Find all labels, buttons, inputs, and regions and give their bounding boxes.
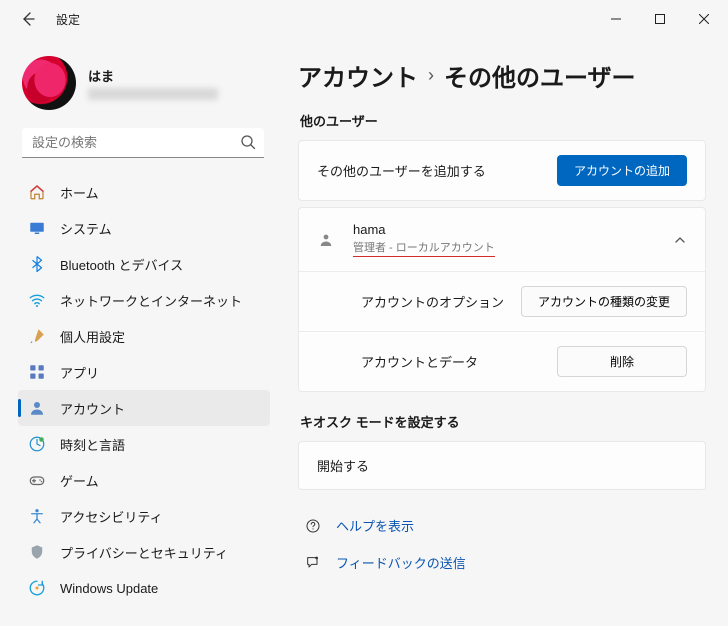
account-icon [28,399,46,417]
breadcrumb-current: その他のユーザー [444,58,636,93]
account-data-label: アカウントとデータ [317,352,478,371]
feedback-icon [304,555,322,571]
section-kiosk-label: キオスク モードを設定する [300,412,706,431]
sidebar: はま ホームシステム Bluetooth とデバイスネットワークとインターネット個… [0,38,280,626]
chevron-right-icon: › [428,65,434,86]
delete-account-button[interactable]: 削除 [557,346,687,377]
account-options-row: アカウントのオプション アカウントの種類の変更 [299,271,705,331]
account-data-row: アカウントとデータ 削除 [299,331,705,391]
add-other-user-text: その他のユーザーを追加する [317,161,486,180]
section-other-users-label: 他のユーザー [300,111,706,130]
user-subtitle: 管理者 - ローカルアカウント [353,239,495,257]
sidebar-item-account[interactable]: アカウント [18,390,270,426]
search-box[interactable] [22,128,264,158]
avatar [22,56,76,110]
kiosk-card[interactable]: 開始する [298,441,706,490]
profile-name: はま [88,66,218,85]
sidebar-item-apps[interactable]: アプリ [18,354,270,390]
help-link[interactable]: ヘルプを表示 [298,510,706,541]
help-icon [304,518,322,534]
account-options-label: アカウントのオプション [317,292,504,311]
network-icon [28,291,46,309]
change-account-type-button[interactable]: アカウントの種類の変更 [521,286,687,317]
window-title: 設定 [56,11,80,28]
search-input[interactable] [22,128,264,158]
sidebar-item-label: ホーム [60,183,99,202]
game-icon [28,471,46,489]
maximize-button[interactable] [638,3,682,35]
add-account-button[interactable]: アカウントの追加 [557,155,687,186]
chevron-up-icon [673,233,687,247]
bluetooth-icon [28,255,46,273]
sidebar-item-network[interactable]: ネットワークとインターネット [18,282,270,318]
sidebar-item-label: Windows Update [60,581,158,596]
update-icon [28,579,46,597]
title-bar: 設定 [0,0,728,38]
sidebar-item-label: 時刻と言語 [60,435,125,454]
sidebar-item-label: Bluetooth とデバイス [60,255,183,274]
minimize-icon [611,14,621,24]
person-icon [317,231,335,249]
sidebar-item-label: アクセシビリティ [60,507,163,526]
user-header-row[interactable]: hama 管理者 - ローカルアカウント [299,208,705,271]
apps-icon [28,363,46,381]
sidebar-item-home[interactable]: ホーム [18,174,270,210]
add-user-card: その他のユーザーを追加する アカウントの追加 [298,140,706,201]
sidebar-item-update[interactable]: Windows Update [18,570,270,606]
close-button[interactable] [682,3,726,35]
search-icon [240,134,256,150]
sidebar-item-privacy[interactable]: プライバシーとセキュリティ [18,534,270,570]
sidebar-item-label: ゲーム [60,471,99,490]
kiosk-start-text: 開始する [317,456,369,475]
feedback-link[interactable]: フィードバックの送信 [298,547,706,578]
sidebar-item-label: ネットワークとインターネット [60,291,242,310]
sidebar-item-label: プライバシーとセキュリティ [60,543,228,562]
sidebar-item-label: 個人用設定 [60,327,125,346]
profile-email [88,88,218,100]
sidebar-item-system[interactable]: システム [18,210,270,246]
back-button[interactable] [16,7,40,31]
arrow-left-icon [20,11,36,27]
sidebar-item-brush[interactable]: 個人用設定 [18,318,270,354]
nav-list: ホームシステム Bluetooth とデバイスネットワークとインターネット個人用設… [18,174,270,616]
help-link-text[interactable]: ヘルプを表示 [336,516,414,535]
sidebar-item-label: アプリ [60,363,99,382]
user-name: hama [353,222,495,237]
profile-block[interactable]: はま [18,52,270,126]
sidebar-item-label: システム [60,219,112,238]
feedback-link-text[interactable]: フィードバックの送信 [336,553,466,572]
sidebar-item-time[interactable]: 時刻と言語 [18,426,270,462]
main-content: アカウント › その他のユーザー 他のユーザー その他のユーザーを追加する アカ… [280,38,728,626]
maximize-icon [655,14,665,24]
privacy-icon [28,543,46,561]
home-icon [28,183,46,201]
breadcrumb-parent[interactable]: アカウント [298,58,418,93]
brush-icon [28,327,46,345]
sidebar-item-game[interactable]: ゲーム [18,462,270,498]
sidebar-item-access[interactable]: アクセシビリティ [18,498,270,534]
close-icon [699,14,709,24]
breadcrumb: アカウント › その他のユーザー [298,58,706,93]
user-card: hama 管理者 - ローカルアカウント アカウントのオプション アカウントの種… [298,207,706,392]
system-icon [28,219,46,237]
access-icon [28,507,46,525]
sidebar-item-label: アカウント [60,399,125,418]
minimize-button[interactable] [594,3,638,35]
time-icon [28,435,46,453]
sidebar-item-bluetooth[interactable]: Bluetooth とデバイス [18,246,270,282]
